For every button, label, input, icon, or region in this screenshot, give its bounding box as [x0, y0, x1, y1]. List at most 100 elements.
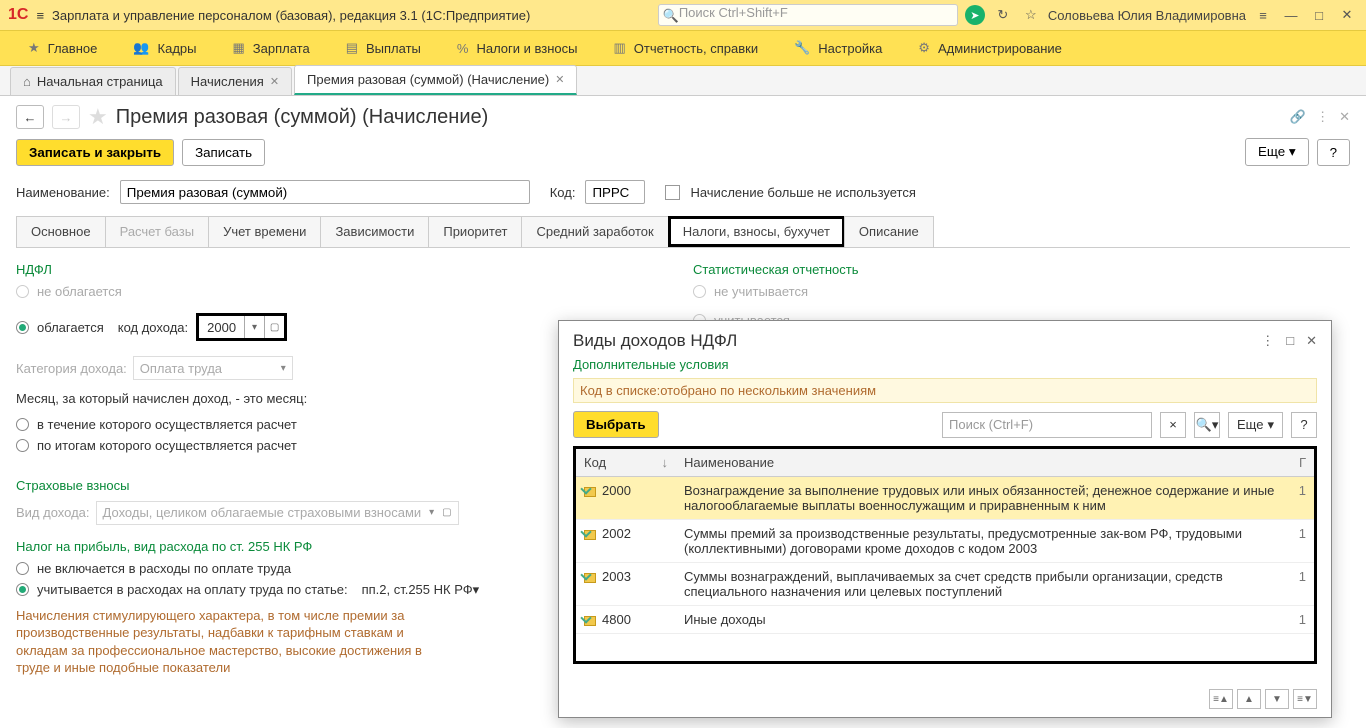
help-button[interactable]: ?	[1317, 139, 1350, 166]
stat-title: Статистическая отчетность	[693, 258, 1350, 281]
menu-admin[interactable]: ⚙ Администрирование	[900, 31, 1080, 65]
popup-more-button[interactable]: Еще▾	[1228, 412, 1283, 438]
stimul-description: Начисления стимулирующего характера, в т…	[16, 601, 446, 683]
popup-filter[interactable]: Код в списке:отобрано по нескольким знач…	[573, 378, 1317, 403]
nav-back-button[interactable]: ←	[16, 105, 44, 129]
menu-label: Зарплата	[253, 41, 310, 56]
disabled-checkbox-wrap[interactable]	[665, 184, 680, 200]
income-type-label: Вид дохода:	[16, 505, 90, 520]
select-button[interactable]: Выбрать	[573, 411, 659, 438]
radio-taxed[interactable]	[16, 321, 29, 334]
favorite-icon[interactable]: ★	[88, 104, 108, 130]
menu-label: Администрирование	[938, 41, 1062, 56]
table-row[interactable]: 2002 Суммы премий за производственные ре…	[576, 520, 1314, 563]
menu-main[interactable]: ★Главное	[10, 31, 115, 65]
itab-desc[interactable]: Описание	[844, 216, 934, 247]
income-type-select: Доходы, целиком облагаемые страховыми вз…	[96, 501, 459, 525]
row-name: Вознаграждение за выполнение трудовых ил…	[676, 477, 1291, 520]
open-icon: ▢	[442, 507, 451, 518]
row-icon	[584, 530, 596, 540]
name-input[interactable]	[120, 180, 530, 204]
col-name[interactable]: Наименование	[676, 449, 1291, 477]
popup-maximize-icon[interactable]: □	[1286, 333, 1294, 349]
close-icon[interactable]: ✕	[1336, 4, 1358, 26]
star-icon[interactable]: ☆	[1020, 4, 1042, 26]
link-icon[interactable]: 🔗	[1290, 109, 1306, 125]
disabled-checkbox[interactable]	[665, 185, 680, 200]
menu-payments[interactable]: ▤Выплаты	[328, 31, 439, 65]
save-button[interactable]: Записать	[182, 139, 265, 166]
table-row[interactable]: 2000 Вознаграждение за выполнение трудов…	[576, 477, 1314, 520]
tab-accruals[interactable]: Начисления✕	[178, 67, 292, 95]
menu-hr[interactable]: 👥Кадры	[115, 31, 214, 65]
radio-profit1[interactable]	[16, 562, 29, 575]
code-input[interactable]	[585, 180, 645, 204]
category-select: Оплата труда▾	[133, 356, 293, 380]
menu-salary[interactable]: ▦Зарплата	[214, 31, 327, 65]
row-code: 2003	[602, 569, 631, 584]
tab-home[interactable]: ⌂Начальная страница	[10, 67, 176, 95]
nav-last-icon[interactable]: ≡▼	[1293, 689, 1317, 709]
row-code: 2002	[602, 526, 631, 541]
dropdown-icon[interactable]: ▾	[244, 316, 264, 338]
minimize-icon[interactable]: —	[1280, 4, 1302, 26]
itab-avg[interactable]: Средний заработок	[521, 216, 668, 247]
table-row[interactable]: 2003 Суммы вознаграждений, выплачиваемых…	[576, 563, 1314, 606]
name-label: Наименование:	[16, 185, 110, 200]
row-g: 1	[1291, 520, 1314, 563]
itab-priority[interactable]: Приоритет	[428, 216, 522, 247]
main-menu: ★Главное 👥Кадры ▦Зарплата ▤Выплаты %Нало…	[0, 30, 1366, 66]
more-button[interactable]: Еще ▾	[1245, 138, 1309, 166]
popup-close-icon[interactable]: ✕	[1306, 333, 1317, 349]
itab-main[interactable]: Основное	[16, 216, 106, 247]
sort-down-icon: ↓	[662, 455, 669, 470]
kebab-icon[interactable]: ⋮	[1316, 109, 1329, 125]
col-code-label: Код	[584, 455, 606, 470]
row-code: 4800	[602, 612, 631, 627]
popup-kebab-icon[interactable]: ⋮	[1261, 333, 1274, 349]
menu-label: Выплаты	[366, 41, 421, 56]
close-tab-icon[interactable]: ✕	[555, 73, 564, 86]
titlebar: 1C ≡ Зарплата и управление персоналом (б…	[0, 0, 1366, 30]
itab-time[interactable]: Учет времени	[208, 216, 321, 247]
not-taxed-label: не облагается	[37, 284, 122, 299]
popup-advanced-search-icon[interactable]: 🔍▾	[1194, 412, 1220, 438]
radio-month2[interactable]	[16, 439, 29, 452]
popup-search-input[interactable]: Поиск (Ctrl+F)	[942, 412, 1152, 438]
history-icon[interactable]: ↻	[992, 4, 1014, 26]
nav-down-icon[interactable]: ▼	[1265, 689, 1289, 709]
save-close-button[interactable]: Записать и закрыть	[16, 139, 174, 166]
close-page-icon[interactable]: ✕	[1339, 109, 1350, 125]
radio-profit2[interactable]	[16, 583, 29, 596]
maximize-icon[interactable]: □	[1308, 4, 1330, 26]
hamburger-icon[interactable]: ≡	[36, 8, 44, 23]
menu-settings[interactable]: 🔧Настройка	[776, 31, 900, 65]
send-icon[interactable]: ➤	[964, 4, 986, 26]
close-tab-icon[interactable]: ✕	[270, 75, 279, 88]
nav-first-icon[interactable]: ≡▲	[1209, 689, 1233, 709]
popup-more-label: Еще	[1237, 417, 1263, 432]
menu-taxes[interactable]: %Налоги и взносы	[439, 31, 596, 65]
income-code-field[interactable]: 2000 ▾ ▢	[196, 313, 287, 341]
popup-clear-search-icon[interactable]: ×	[1160, 412, 1186, 438]
col-g[interactable]: Г	[1291, 449, 1314, 477]
menu-reports[interactable]: ▥Отчетность, справки	[596, 31, 777, 65]
chevron-down-icon: ▾	[1289, 144, 1296, 159]
table-row[interactable]: 4800 Иные доходы 1	[576, 606, 1314, 634]
nav-up-icon[interactable]: ▲	[1237, 689, 1261, 709]
col-code[interactable]: Код ↓	[576, 449, 676, 477]
itab-taxes[interactable]: Налоги, взносы, бухучет	[668, 216, 845, 247]
menu-label: Налоги и взносы	[476, 41, 577, 56]
global-search-input[interactable]: 🔍 Поиск Ctrl+Shift+F	[658, 4, 958, 26]
profit-article-select[interactable]: пп.2, ст.255 НК РФ▾	[362, 582, 520, 598]
settings-icon[interactable]: ≡	[1252, 4, 1274, 26]
tab-bonus[interactable]: Премия разовая (суммой) (Начисление)✕	[294, 65, 577, 95]
gear-icon: ⚙	[918, 40, 930, 56]
popup-help-button[interactable]: ?	[1291, 412, 1317, 438]
nav-forward-button[interactable]: →	[52, 105, 80, 129]
itab-dep[interactable]: Зависимости	[320, 216, 429, 247]
search-icon: 🔍	[663, 8, 679, 24]
radio-month1[interactable]	[16, 418, 29, 431]
open-icon[interactable]: ▢	[264, 316, 284, 338]
user-name[interactable]: Соловьева Юлия Владимировна	[1048, 8, 1246, 23]
